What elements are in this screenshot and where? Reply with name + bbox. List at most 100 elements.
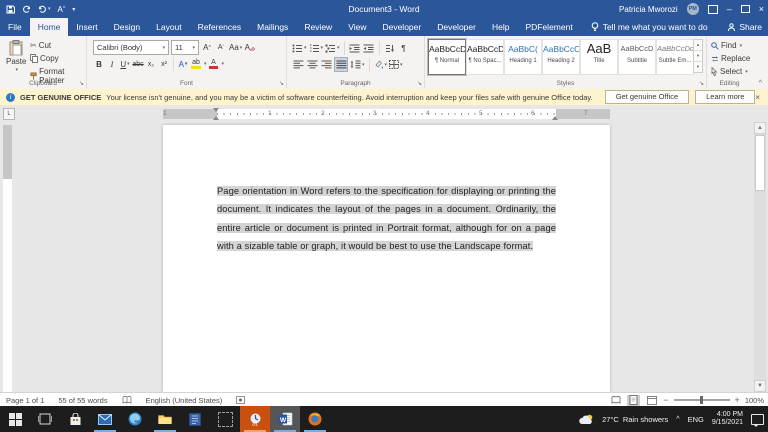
- read-mode-button[interactable]: [609, 395, 622, 406]
- language-switcher[interactable]: ENG: [688, 415, 704, 424]
- macro-record-icon[interactable]: [236, 396, 245, 404]
- align-right-button[interactable]: [320, 58, 332, 71]
- tab-file[interactable]: File: [0, 18, 30, 36]
- proofing-icon[interactable]: [122, 396, 132, 404]
- tab-insert[interactable]: Insert: [68, 18, 105, 36]
- taskbar-mail-button[interactable]: [90, 406, 120, 432]
- style-title[interactable]: AaB Title: [580, 39, 618, 75]
- text-effects-button[interactable]: A▾: [177, 58, 189, 71]
- weather-desc[interactable]: Rain showers: [623, 415, 668, 424]
- style-no-spacing[interactable]: AaBbCcDc ¶ No Spac...: [466, 39, 504, 75]
- shading-button[interactable]: ▾: [374, 58, 388, 71]
- restore-button[interactable]: [741, 5, 750, 13]
- tab-pdfelement[interactable]: PDFelement: [517, 18, 580, 36]
- collapse-ribbon-icon[interactable]: ^: [759, 80, 762, 87]
- paste-dropdown-icon[interactable]: ▾: [15, 67, 18, 73]
- strikethrough-button[interactable]: abc: [132, 58, 144, 71]
- close-button[interactable]: ×: [759, 0, 764, 18]
- tab-layout[interactable]: Layout: [148, 18, 190, 36]
- font-name-combobox[interactable]: Calibri (Body) ▾: [93, 40, 169, 55]
- line-spacing-button[interactable]: ▾: [350, 58, 365, 71]
- styles-dialog-launcher-icon[interactable]: ↘: [699, 81, 704, 87]
- decrease-indent-button[interactable]: [349, 42, 361, 55]
- tab-help[interactable]: Help: [484, 18, 517, 36]
- start-button[interactable]: [0, 406, 30, 432]
- selected-text[interactable]: Page orientation in Word refers to the s…: [217, 186, 556, 251]
- action-center-icon[interactable]: [751, 414, 764, 425]
- paste-button[interactable]: Paste ▾: [6, 40, 26, 73]
- zoom-level[interactable]: 100%: [745, 396, 764, 405]
- justify-button[interactable]: [334, 57, 348, 72]
- style-heading-2[interactable]: AaBbCcC Heading 2: [542, 39, 580, 75]
- font-dialog-launcher-icon[interactable]: ↘: [279, 81, 284, 87]
- font-color-button[interactable]: A: [208, 58, 220, 71]
- copy-button[interactable]: Copy: [30, 54, 59, 63]
- style-subtitle[interactable]: AaBbCcD Subtitle: [618, 39, 656, 75]
- scroll-up-arrow[interactable]: ▲: [754, 122, 766, 134]
- clear-formatting-button[interactable]: A: [244, 41, 256, 54]
- zoom-slider[interactable]: [674, 399, 730, 401]
- weather-temp[interactable]: 27°C: [602, 415, 619, 424]
- multilevel-list-button[interactable]: ▾: [325, 42, 340, 55]
- italic-button[interactable]: I: [106, 58, 118, 71]
- change-case-button[interactable]: Aa▾: [229, 41, 242, 54]
- paragraph-dialog-launcher-icon[interactable]: ↘: [417, 81, 422, 87]
- left-indent-marker[interactable]: [213, 116, 219, 120]
- paragraph[interactable]: Page orientation in Word refers to the s…: [217, 182, 556, 255]
- align-center-button[interactable]: [306, 58, 318, 71]
- taskbar-store-button[interactable]: [60, 406, 90, 432]
- vertical-scrollbar[interactable]: ▲ ▼: [754, 122, 766, 392]
- taskbar-edge-button[interactable]: [120, 406, 150, 432]
- increase-indent-button[interactable]: [363, 42, 375, 55]
- banner-close-icon[interactable]: ×: [755, 93, 760, 102]
- web-layout-button[interactable]: [645, 395, 658, 406]
- bullets-button[interactable]: ▾: [292, 42, 307, 55]
- tab-selector-button[interactable]: L: [3, 108, 15, 120]
- highlight-color-button[interactable]: ab: [190, 58, 202, 71]
- document-page[interactable]: Page orientation in Word refers to the s…: [163, 125, 610, 392]
- minimize-button[interactable]: –: [727, 0, 732, 18]
- replace-button[interactable]: Replace: [711, 54, 750, 63]
- subscript-button[interactable]: x₂: [145, 58, 157, 71]
- tab-view[interactable]: View: [340, 18, 374, 36]
- font-size-combobox[interactable]: 11 ▾: [171, 40, 199, 55]
- language-indicator[interactable]: English (United States): [146, 396, 223, 405]
- grow-font-button[interactable]: A^: [201, 41, 213, 54]
- clock[interactable]: 4:00 PM 9/15/2021: [712, 411, 743, 428]
- weather-icon[interactable]: [579, 414, 594, 425]
- print-layout-button[interactable]: [627, 395, 640, 406]
- learn-more-button[interactable]: Learn more: [695, 90, 755, 104]
- tab-review[interactable]: Review: [296, 18, 340, 36]
- page-indicator[interactable]: Page 1 of 1: [6, 396, 44, 405]
- tab-developer-2[interactable]: Developer: [429, 18, 484, 36]
- align-left-button[interactable]: [292, 58, 304, 71]
- first-line-indent-marker[interactable]: [213, 108, 219, 112]
- styles-gallery-more-icon[interactable]: ▼: [694, 61, 702, 72]
- tab-home[interactable]: Home: [30, 18, 69, 36]
- tab-developer-1[interactable]: Developer: [374, 18, 429, 36]
- taskbar-firefox-button[interactable]: [300, 406, 330, 432]
- highlight-dropdown-icon[interactable]: ▾: [204, 61, 207, 67]
- select-button[interactable]: Select▾: [711, 67, 748, 76]
- borders-button[interactable]: ▾: [389, 58, 403, 71]
- style-heading-1[interactable]: AaBbC( Heading 1: [504, 39, 542, 75]
- avatar[interactable]: PM: [687, 3, 699, 15]
- tell-me-box[interactable]: Tell me what you want to do: [591, 18, 708, 36]
- zoom-slider-thumb[interactable]: [700, 396, 703, 404]
- taskbar-word-button[interactable]: W: [270, 406, 300, 432]
- zoom-out-icon[interactable]: −: [663, 395, 668, 405]
- styles-scroll-up-icon[interactable]: ▲: [694, 40, 702, 50]
- style-subtle-emphasis[interactable]: AaBbCcDc Subtle Em...: [656, 39, 694, 75]
- get-genuine-office-button[interactable]: Get genuine Office: [605, 90, 689, 104]
- tab-mailings[interactable]: Mailings: [249, 18, 296, 36]
- font-color-dropdown-icon[interactable]: ▾: [222, 61, 225, 67]
- share-button[interactable]: Share: [727, 18, 762, 36]
- task-view-button[interactable]: [30, 406, 60, 432]
- zoom-in-icon[interactable]: +: [735, 395, 740, 405]
- taskbar-attention-app-button[interactable]: 31: [240, 406, 270, 432]
- tray-expand-icon[interactable]: ^: [676, 416, 679, 423]
- horizontal-ruler[interactable]: 1 1 2 3 4 5 6 7: [163, 109, 610, 119]
- sort-button[interactable]: [384, 42, 396, 55]
- taskbar-file-explorer-button[interactable]: [150, 406, 180, 432]
- taskbar-onenote-button[interactable]: [180, 406, 210, 432]
